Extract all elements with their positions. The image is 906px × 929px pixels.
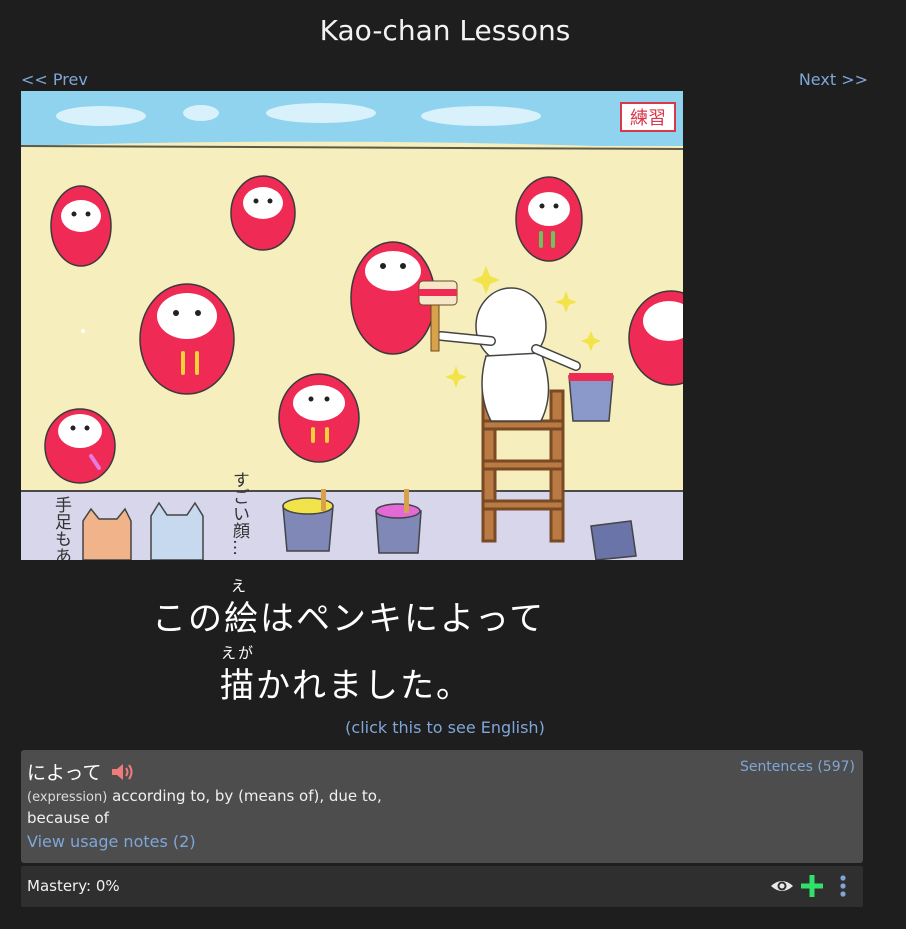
word-card: によって Sentences (597) (expression) accord… xyxy=(21,750,863,863)
word-term: によって xyxy=(27,762,102,784)
show-english-link[interactable]: (click this to see English) xyxy=(0,718,890,737)
kebab-menu-icon[interactable] xyxy=(839,874,847,902)
word-definition: (expression) according to, by (means of)… xyxy=(27,786,407,828)
lesson-illustration: 練習 すごい顔… 手足もあるね xyxy=(21,91,683,560)
plus-icon[interactable] xyxy=(800,874,824,902)
sentence-line-1: この絵はペンキによって xyxy=(152,591,545,640)
sentence-part: この xyxy=(152,599,224,639)
prev-link[interactable]: << Prev xyxy=(21,70,88,89)
page-title: Kao-chan Lessons xyxy=(319,14,571,47)
mastery-label: Mastery: 0% xyxy=(27,877,120,895)
sentence-kanji: 描 xyxy=(220,666,256,706)
usage-notes-link[interactable]: View usage notes (2) xyxy=(27,832,196,851)
stamp-text: 練習 xyxy=(630,108,666,129)
eye-icon[interactable] xyxy=(770,877,794,899)
next-link[interactable]: Next >> xyxy=(799,70,868,89)
handwritten-middle-text: すごい顔… xyxy=(229,471,250,556)
sentence-kanji: 絵 xyxy=(224,599,260,639)
sentence-part: はペンキによって xyxy=(260,599,546,639)
part-of-speech: (expression) xyxy=(27,790,108,805)
handwritten-left-text: 手足もあるね xyxy=(51,496,72,560)
illustration-drawing: 練習 すごい顔… 手足もあるね xyxy=(21,91,683,560)
speaker-icon[interactable] xyxy=(110,762,134,782)
sentence-part: かれました。 xyxy=(256,666,472,706)
sentences-link[interactable]: Sentences (597) xyxy=(740,759,855,775)
mastery-bar: Mastery: 0% xyxy=(21,866,863,907)
sentence-line-2: 描かれました。 xyxy=(220,658,472,707)
